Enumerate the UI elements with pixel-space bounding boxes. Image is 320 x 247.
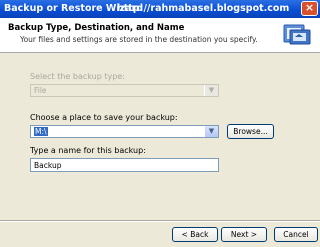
header-title: Backup Type, Destination, and Name bbox=[8, 23, 185, 33]
backup-type-select[interactable]: File ▼ bbox=[30, 84, 219, 97]
backup-type-dropdown-button[interactable]: ▼ bbox=[204, 85, 218, 96]
wizard-header: Backup Type, Destination, and Name Your … bbox=[0, 18, 320, 53]
chevron-down-icon: ▼ bbox=[208, 86, 215, 94]
close-button[interactable]: × bbox=[301, 1, 318, 16]
watermark-url: http://rahmabasel.blogspot.com bbox=[117, 3, 290, 14]
chevron-down-icon: ▼ bbox=[208, 127, 215, 135]
backup-wizard-window: Backup or Restore Wizard http://rahmabas… bbox=[0, 0, 320, 247]
back-button[interactable]: < Back bbox=[172, 227, 218, 242]
backup-name-label: Type a name for this backup: bbox=[30, 146, 146, 155]
destination-label: Choose a place to save your backup: bbox=[30, 113, 178, 122]
title-bar[interactable]: Backup or Restore Wizard http://rahmabas… bbox=[0, 0, 320, 18]
close-icon: × bbox=[304, 1, 315, 14]
backup-name-input[interactable]: Backup bbox=[30, 158, 219, 172]
destination-dropdown-button[interactable]: ▼ bbox=[204, 126, 218, 137]
destination-select[interactable]: M:\ ▼ bbox=[30, 125, 219, 138]
destination-value: M:\ bbox=[34, 127, 48, 136]
next-button[interactable]: Next > bbox=[221, 227, 267, 242]
cancel-button[interactable]: Cancel bbox=[274, 227, 318, 242]
backup-wizard-icon bbox=[283, 24, 311, 45]
footer-separator bbox=[0, 220, 320, 222]
browse-button[interactable]: Browse... bbox=[227, 124, 274, 139]
header-subtitle: Your files and settings are stored in th… bbox=[20, 35, 258, 44]
backup-name-value: Backup bbox=[34, 161, 62, 170]
backup-type-label: Select the backup type: bbox=[30, 72, 125, 81]
backup-type-value: File bbox=[34, 86, 47, 95]
